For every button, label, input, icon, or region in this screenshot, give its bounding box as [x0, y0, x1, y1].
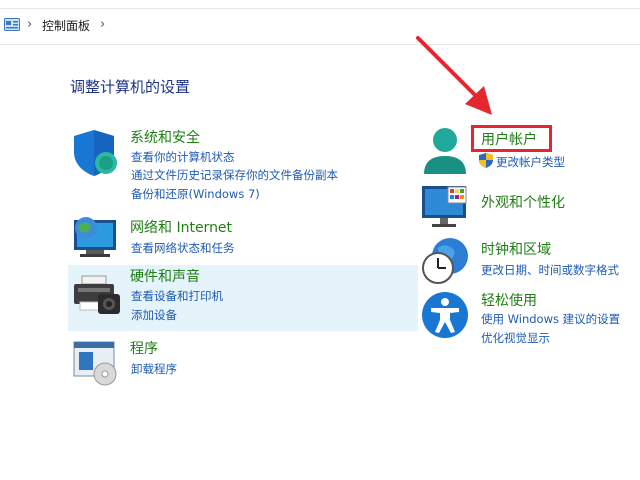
- link-change-account-type[interactable]: 更改帐户类型: [496, 154, 565, 170]
- category-hardware-sound[interactable]: 硬件和声音: [130, 266, 200, 286]
- printer-camera-icon[interactable]: [72, 272, 122, 318]
- category-programs[interactable]: 程序: [130, 338, 158, 358]
- highlight-box: [471, 125, 552, 152]
- link-network-status[interactable]: 查看网络状态和任务: [131, 240, 235, 256]
- link-change-date-time[interactable]: 更改日期、时间或数字格式: [481, 262, 619, 278]
- link-recommended-settings[interactable]: 使用 Windows 建议的设置: [481, 311, 620, 327]
- red-arrow-icon: [416, 36, 492, 115]
- globe-monitor-icon[interactable]: [72, 214, 122, 262]
- user-icon[interactable]: [420, 126, 470, 178]
- monitor-palette-icon[interactable]: [420, 184, 470, 230]
- clock-globe-icon[interactable]: [420, 236, 470, 286]
- page-title: 调整计算机的设置: [70, 78, 191, 96]
- uac-shield-icon: [479, 153, 493, 168]
- link-backup-restore[interactable]: 备份和还原(Windows 7): [131, 186, 260, 202]
- breadcrumb-control-panel[interactable]: 控制面板: [42, 17, 90, 34]
- link-uninstall-program[interactable]: 卸载程序: [131, 361, 177, 377]
- category-network-internet[interactable]: 网络和 Internet: [130, 217, 232, 237]
- link-optimize-visual[interactable]: 优化视觉显示: [481, 330, 550, 346]
- link-devices-printers[interactable]: 查看设备和打印机: [131, 288, 223, 304]
- title-bar-divider: [0, 8, 640, 9]
- link-view-computer-status[interactable]: 查看你的计算机状态: [131, 149, 235, 165]
- link-add-device[interactable]: 添加设备: [131, 307, 177, 323]
- programs-disc-icon[interactable]: [72, 340, 122, 386]
- link-file-history[interactable]: 通过文件历史记录保存你的文件备份副本: [131, 167, 338, 183]
- accessibility-icon[interactable]: [420, 290, 470, 340]
- category-appearance[interactable]: 外观和个性化: [481, 192, 565, 212]
- breadcrumb-chevron-icon[interactable]: ›: [27, 17, 32, 32]
- category-system-security[interactable]: 系统和安全: [130, 127, 200, 147]
- breadcrumb-chevron-icon[interactable]: ›: [100, 17, 105, 32]
- control-panel-icon[interactable]: [4, 18, 20, 31]
- address-bar: › 控制面板 ›: [0, 0, 640, 45]
- category-ease-of-access[interactable]: 轻松使用: [481, 290, 537, 310]
- category-clock-region[interactable]: 时钟和区域: [481, 239, 551, 259]
- shield-icon[interactable]: [72, 128, 122, 178]
